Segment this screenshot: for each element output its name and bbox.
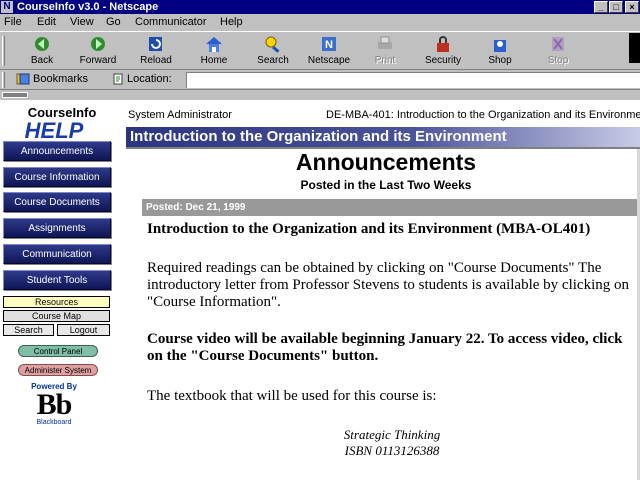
menu-help[interactable]: Help xyxy=(220,16,243,28)
home-icon xyxy=(206,37,222,52)
resources-button[interactable]: Resources xyxy=(3,296,110,308)
blackboard-logo[interactable]: Powered By Bb Blackboard xyxy=(27,382,81,430)
nav-assignments-button[interactable]: Assignments xyxy=(3,218,111,238)
user-role-label: System Administrator xyxy=(128,109,232,121)
announcement-paragraph: The textbook that will be used for this … xyxy=(147,388,437,404)
page-subtitle: Posted in the Last Two Weeks xyxy=(300,178,472,192)
toolbar-grip[interactable] xyxy=(2,36,5,66)
menu-view[interactable]: View xyxy=(70,16,94,28)
textbook-title: Strategic Thinking xyxy=(343,427,441,442)
print-button[interactable]: Print xyxy=(359,34,411,68)
shop-button[interactable]: Shop xyxy=(474,34,526,68)
location-toolbar-grip[interactable] xyxy=(2,72,5,88)
menu-file[interactable]: File xyxy=(4,16,22,28)
print-icon xyxy=(378,36,392,49)
window-title-bar[interactable]: N CourseInfo v3.0 - Netscape _ □ × xyxy=(0,0,640,14)
back-button[interactable]: Back xyxy=(16,34,68,68)
administer-system-button[interactable]: Administer System xyxy=(18,364,98,376)
nav-course-information-button[interactable]: Course Information xyxy=(3,167,111,187)
stop-button[interactable]: Stop xyxy=(532,34,584,68)
close-icon[interactable]: × xyxy=(625,1,639,13)
security-lock-icon xyxy=(437,36,449,52)
course-id-label: DE-MBA-401: Introduction to the Organiza… xyxy=(326,109,640,121)
minimize-icon[interactable]: _ xyxy=(594,1,608,13)
search-icon xyxy=(265,36,280,53)
collapse-toolbar-tab[interactable] xyxy=(2,92,28,98)
back-arrow-icon xyxy=(35,37,49,51)
window-title: CourseInfo v3.0 - Netscape xyxy=(17,1,159,13)
nav-student-tools-button[interactable]: Student Tools xyxy=(3,270,111,290)
page-proxy-icon xyxy=(113,73,123,85)
netscape-icon: N xyxy=(322,37,336,51)
course-title-banner: Introduction to the Organization and its… xyxy=(126,127,640,147)
course-nav-frame: CourseInfo HELP Announcements Course Inf… xyxy=(0,100,114,480)
control-panel-button[interactable]: Control Panel xyxy=(18,345,98,357)
home-button[interactable]: Home xyxy=(188,34,240,68)
location-input[interactable] xyxy=(186,72,640,88)
netscape-button[interactable]: N Netscape xyxy=(303,34,355,68)
menu-edit[interactable]: Edit xyxy=(37,16,56,28)
toolbar-collapse-strip xyxy=(0,91,640,100)
bookmark-icon xyxy=(16,73,30,85)
reload-icon xyxy=(149,37,162,51)
nav-communication-button[interactable]: Communication xyxy=(3,244,111,264)
course-map-button[interactable]: Course Map xyxy=(3,310,110,322)
menu-communicator[interactable]: Communicator xyxy=(135,16,207,28)
forward-arrow-icon xyxy=(91,37,105,51)
announcement-paragraph: Course video will be available beginning… xyxy=(147,331,623,364)
announcement-body: Introduction to the Organization and its… xyxy=(142,216,640,480)
web-page: CourseInfo HELP Announcements Course Inf… xyxy=(0,100,640,480)
navigation-toolbar: Back Forward Reload Home Search N Netsca… xyxy=(0,31,640,70)
menu-go[interactable]: Go xyxy=(106,16,121,28)
courseinfo-help-logo[interactable]: CourseInfo HELP xyxy=(0,105,114,142)
stop-icon xyxy=(552,37,564,51)
menu-bar: File Edit View Go Communicator Help xyxy=(0,14,640,31)
announcement-paragraph: Required readings can be obtained by cli… xyxy=(147,260,629,310)
page-title: Announcements xyxy=(295,149,477,175)
shop-icon xyxy=(494,40,506,52)
forward-button[interactable]: Forward xyxy=(72,34,124,68)
nav-course-documents-button[interactable]: Course Documents xyxy=(3,192,111,212)
svg-text:N: N xyxy=(325,39,333,51)
reload-button[interactable]: Reload xyxy=(130,34,182,68)
textbook-isbn: ISBN 0113126388 xyxy=(344,443,440,458)
logout-button[interactable]: Logout xyxy=(57,324,110,336)
maximize-icon[interactable]: □ xyxy=(609,1,623,13)
search-button[interactable]: Search xyxy=(247,34,299,68)
location-label: Location: xyxy=(112,73,172,85)
posted-date-bar: Posted: Dec 21, 1999 xyxy=(142,199,640,216)
security-button[interactable]: Security xyxy=(417,34,469,68)
location-toolbar: Bookmarks Location: xyxy=(0,70,640,90)
bookmarks-button[interactable]: Bookmarks xyxy=(16,73,88,85)
netscape-throbber-icon[interactable] xyxy=(629,33,640,63)
search-button-nav[interactable]: Search xyxy=(3,324,54,336)
nav-announcements-button[interactable]: Announcements xyxy=(3,141,111,161)
announcement-heading: Introduction to the Organization and its… xyxy=(147,221,591,237)
netscape-app-icon[interactable]: N xyxy=(1,1,13,13)
